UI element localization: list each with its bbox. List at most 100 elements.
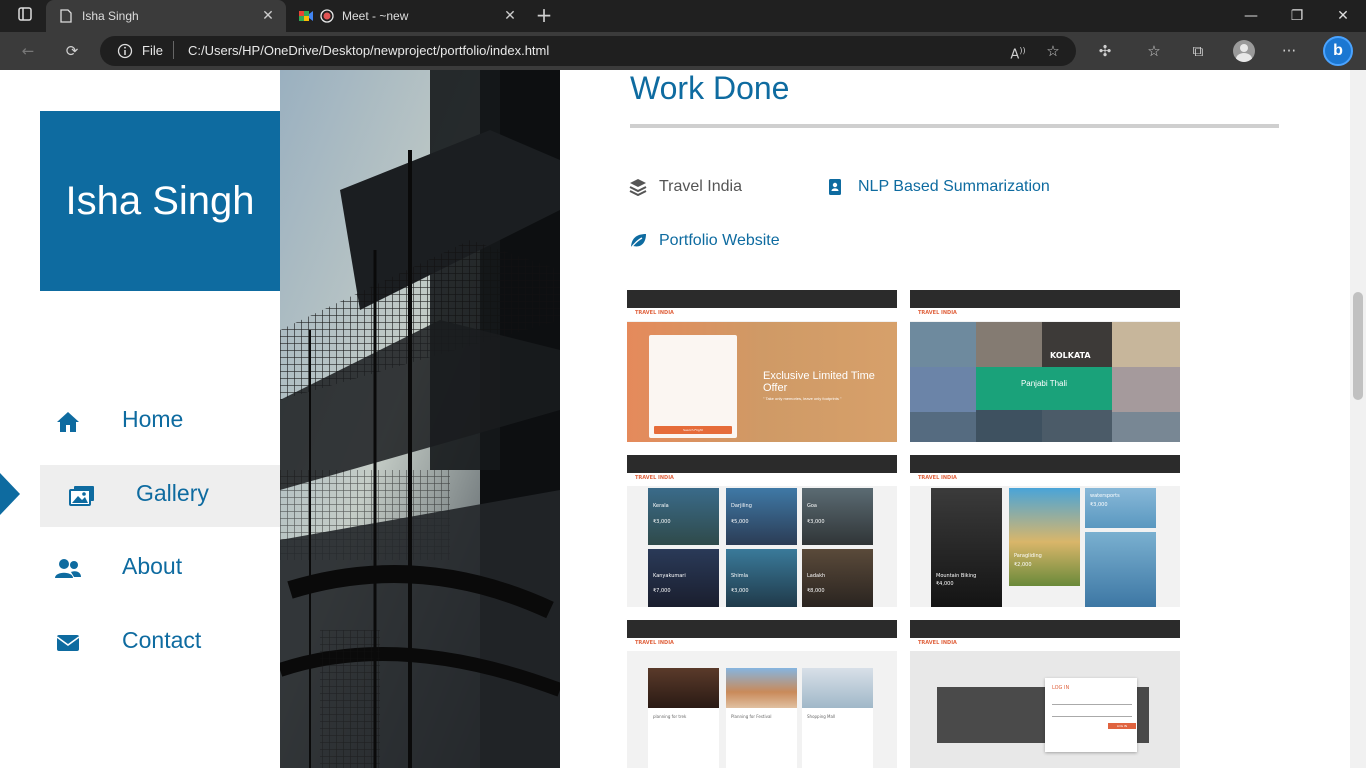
thumb-brand: TRAVEL INDIA [918, 310, 957, 316]
thumb-brand: TRAVEL INDIA [635, 310, 674, 316]
tab-actions-icon[interactable] [14, 6, 36, 26]
nav-about[interactable]: About [40, 538, 280, 600]
card-price: ₹3,000 [807, 519, 825, 525]
card-name: Mountain Biking [936, 573, 977, 579]
contact-card-icon [829, 179, 841, 195]
minimize-icon[interactable]: — [1228, 0, 1274, 32]
nav-home-label: Home [122, 406, 184, 432]
card-name: Shopping Mall [807, 714, 836, 719]
thumb-brand: TRAVEL INDIA [918, 475, 957, 481]
title-divider [630, 124, 1279, 128]
card-price: ₹2,000 [1014, 562, 1032, 568]
scrollbar-thumb[interactable] [1353, 292, 1363, 400]
browser-tab-bar: Isha Singh ✕ Meet - ~new ✕ + — ❐ ✕ [0, 0, 1366, 32]
card-price: ₹7,000 [653, 588, 671, 594]
card-price: ₹8,000 [807, 588, 825, 594]
nav-gallery-label: Gallery [136, 480, 209, 506]
read-aloud-icon[interactable]: A)) [1007, 41, 1029, 62]
layers-icon [629, 179, 647, 196]
gallery-thumbnail-cities[interactable]: TRAVEL INDIA Panjabi Thali KOLKATA [910, 290, 1180, 442]
page-scrollbar[interactable] [1350, 70, 1366, 768]
card-name: Kanyakumari [653, 573, 686, 579]
favorites-icon[interactable]: ☆ [1143, 41, 1165, 61]
gallery-thumbnail-flight-booking[interactable]: TRAVEL INDIA Search Flight Exclusive Lim… [627, 290, 897, 442]
card-name: Planning for Festival [731, 714, 772, 719]
leaf-icon [629, 234, 646, 250]
browser-toolbar: ← ⟳ File C:/Users/HP/OneDrive/Desktop/ne… [0, 32, 1366, 70]
meet-icon [299, 11, 313, 21]
card-price: ₹3,000 [653, 519, 671, 525]
nav-contact[interactable]: Contact [40, 612, 280, 674]
card-name: Goa [807, 503, 817, 509]
project-travel-india[interactable]: Travel India [629, 178, 742, 196]
thumb-button: LOG IN [1108, 723, 1136, 729]
card-price: ₹4,000 [936, 581, 954, 587]
refresh-icon[interactable]: ⟳ [61, 41, 83, 61]
close-tab-icon[interactable]: ✕ [260, 7, 276, 23]
tab-title: Isha Singh [82, 9, 139, 23]
card-name: Shimla [731, 573, 749, 579]
page-icon [60, 9, 72, 23]
nav-home[interactable]: Home [40, 391, 280, 453]
recording-icon [320, 9, 334, 23]
nav-gallery[interactable]: Gallery [40, 465, 280, 527]
restore-icon[interactable]: ❐ [1274, 0, 1320, 32]
back-icon[interactable]: ← [17, 41, 39, 61]
card-price: ₹3,000 [731, 588, 749, 594]
scheme-label: File [142, 43, 163, 58]
tab-isha-singh[interactable]: Isha Singh ✕ [46, 0, 286, 32]
thumb-heading: LOG IN [1052, 685, 1070, 691]
project-nlp[interactable]: NLP Based Summarization [829, 178, 1050, 196]
thumb-subtitle: " Take only memories, leave only footpri… [763, 396, 842, 401]
nav-about-label: About [122, 553, 183, 579]
active-indicator-arrow [0, 473, 20, 515]
card-price: ₹3,000 [1090, 502, 1108, 508]
card-name: watersports [1090, 493, 1120, 499]
project-label: NLP Based Summarization [858, 178, 1050, 195]
card-name: Darjiling [731, 503, 752, 509]
gallery-thumbnail-blog[interactable]: TRAVEL INDIA planning for trek Planning … [627, 620, 897, 768]
profile-icon[interactable] [1233, 40, 1255, 62]
home-icon [57, 412, 79, 432]
gallery-icon [69, 486, 94, 506]
envelope-icon [56, 635, 80, 651]
info-icon [117, 43, 133, 59]
users-icon [55, 559, 81, 578]
gallery-thumbnail-destinations[interactable]: TRAVEL INDIA Kerala ₹3,000 Darjiling ₹5,… [627, 455, 897, 607]
card-name: Paragliding [1014, 553, 1042, 559]
close-tab-icon[interactable]: ✕ [502, 7, 518, 23]
extensions-icon[interactable]: ✣ [1094, 41, 1116, 61]
card-name: Ladakh [807, 573, 826, 579]
thumb-heading: Panjabi Thali [1020, 379, 1068, 388]
project-portfolio[interactable]: Portfolio Website [629, 232, 780, 250]
thumb-brand: TRAVEL INDIA [635, 475, 674, 481]
bing-icon[interactable]: b [1323, 36, 1353, 66]
favorite-add-icon[interactable]: ☆ [1042, 41, 1064, 61]
card-name: Kerala [653, 503, 669, 509]
more-icon[interactable]: ··· [1278, 41, 1300, 61]
collections-icon[interactable]: ⧉ [1187, 41, 1209, 61]
gallery-thumbnail-login[interactable]: TRAVEL INDIA LOG IN LOG IN [910, 620, 1180, 768]
gallery-thumbnail-adventures[interactable]: TRAVEL INDIA Mountain Biking ₹4,000 Para… [910, 455, 1180, 607]
project-label: Travel India [659, 178, 742, 195]
thumb-brand: TRAVEL INDIA [635, 640, 674, 646]
card-price: ₹5,000 [731, 519, 749, 525]
staircase-photo [280, 70, 560, 768]
url-text: C:/Users/HP/OneDrive/Desktop/newproject/… [188, 43, 550, 58]
nav-contact-label: Contact [122, 627, 202, 653]
thumb-brand: TRAVEL INDIA [918, 640, 957, 646]
close-window-icon[interactable]: ✕ [1320, 0, 1366, 32]
thumb-city-kolkata: KOLKATA [1050, 351, 1091, 360]
tab-title: Meet - ~new [342, 9, 409, 23]
card-name: planning for trek [653, 714, 687, 719]
url-separator [173, 41, 174, 59]
tab-meet[interactable]: Meet - ~new ✕ [288, 0, 528, 32]
portfolio-page: Isha Singh Home Gallery About Contact Wo… [0, 70, 1366, 768]
name-banner: Isha Singh [40, 111, 280, 291]
project-label: Portfolio Website [659, 232, 780, 249]
owner-name: Isha Singh [65, 178, 255, 223]
address-bar[interactable]: File C:/Users/HP/OneDrive/Desktop/newpro… [100, 36, 1076, 66]
new-tab-icon[interactable]: + [533, 5, 555, 25]
section-title: Work Done [630, 70, 790, 106]
thumb-button: Search Flight [654, 426, 732, 434]
